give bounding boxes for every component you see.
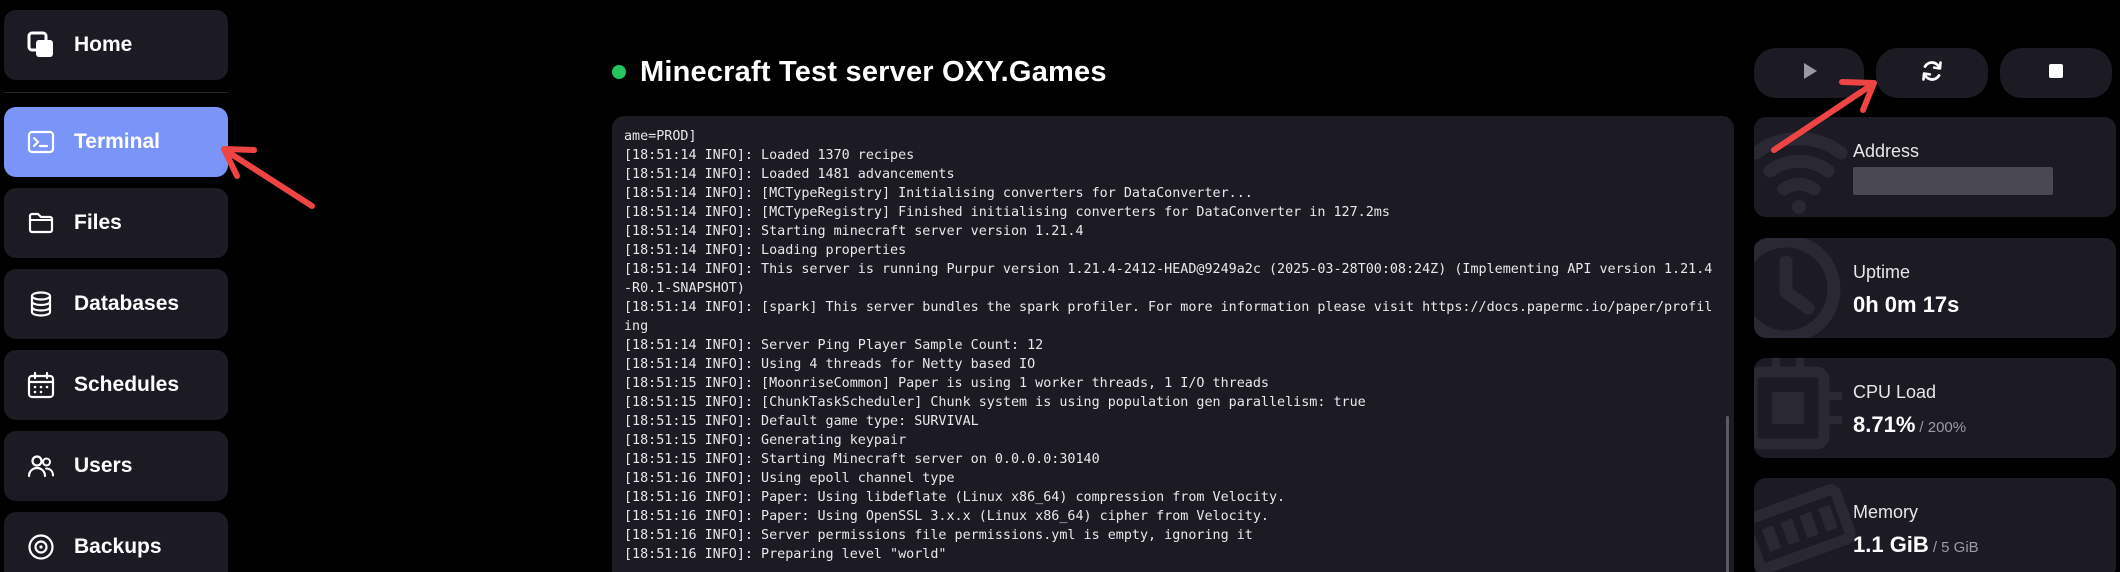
sidebar-item-schedules[interactable]: Schedules <box>4 350 228 420</box>
terminal-line: [18:51:16 INFO]: Preparing level "world" <box>624 547 947 562</box>
stop-icon <box>2043 58 2069 89</box>
cpu-load-value: 8.71% <box>1853 412 1916 437</box>
restart-icon <box>1919 58 1945 89</box>
start-button[interactable] <box>1754 48 1864 98</box>
uptime-value: 0h 0m 17s <box>1853 292 1960 317</box>
terminal-line: [18:51:16 INFO]: Server permissions file… <box>624 528 1253 543</box>
terminal-line: [18:51:15 INFO]: Default game type: SURV… <box>624 414 979 429</box>
terminal-line: [18:51:14 INFO]: Using 4 threads for Net… <box>624 357 1036 372</box>
memory-label: Memory <box>1853 502 1919 522</box>
backup-icon <box>24 530 58 564</box>
sidebar-item-terminal[interactable]: Terminal <box>4 107 228 177</box>
cpu-icon <box>1754 358 1854 458</box>
sidebar-item-files[interactable]: Files <box>4 188 228 258</box>
terminal-line: [18:51:14 INFO]: This server is running … <box>624 262 1713 296</box>
cpu-limit: / 200% <box>1919 419 1967 436</box>
terminal-line: [18:51:14 INFO]: [MCTypeRegistry] Finish… <box>624 205 1390 220</box>
stop-button[interactable] <box>2000 48 2112 98</box>
play-icon <box>1796 58 1822 89</box>
terminal-line: [18:51:14 INFO]: [spark] This server bun… <box>624 300 1713 334</box>
sidebar-item-label: Backups <box>74 535 162 558</box>
address-value-redacted <box>1853 167 2053 195</box>
cpu-value: 8.71%/ 200% <box>1853 412 1966 438</box>
sidebar-item-label: Users <box>74 454 133 477</box>
address-label: Address <box>1853 141 1920 161</box>
terminal-line: [18:51:14 INFO]: Loaded 1370 recipes <box>624 148 915 163</box>
memory-icon <box>1754 478 1856 572</box>
sidebar: Home Terminal Files Databases Schedules … <box>0 0 232 572</box>
uptime-card: Uptime 0h 0m 17s <box>1754 238 2116 338</box>
sidebar-item-label: Terminal <box>74 130 160 153</box>
database-icon <box>24 287 58 321</box>
sidebar-item-label: Home <box>74 33 133 56</box>
address-card: Address <box>1754 117 2116 217</box>
sidebar-item-label: Databases <box>74 292 180 315</box>
terminal-line: [18:51:15 INFO]: [MoonriseCommon] Paper … <box>624 376 1269 391</box>
server-console-page: Home Terminal Files Databases Schedules … <box>0 0 2120 572</box>
terminal-line: [18:51:14 INFO]: Starting minecraft serv… <box>624 224 1084 239</box>
sidebar-item-backups[interactable]: Backups <box>4 512 228 572</box>
memory-value: 1.1 GiB/ 5 GiB <box>1853 532 1979 558</box>
cpu-label: CPU Load <box>1853 382 1937 402</box>
terminal-line: ame=PROD] <box>624 129 697 144</box>
clock-icon <box>1754 238 1854 338</box>
sidebar-item-label: Schedules <box>74 373 180 396</box>
sidebar-item-home[interactable]: Home <box>4 10 228 80</box>
terminal-line: [18:51:14 INFO]: Loading properties <box>624 243 907 258</box>
sidebar-item-label: Files <box>74 211 122 234</box>
memory-card: Memory 1.1 GiB/ 5 GiB <box>1754 478 2116 572</box>
terminal-line: [18:51:14 INFO]: [MCTypeRegistry] Initia… <box>624 186 1253 201</box>
terminal-line: [18:51:16 INFO]: Using epoll channel typ… <box>624 471 955 486</box>
sidebar-item-users[interactable]: Users <box>4 431 228 501</box>
sidebar-item-databases[interactable]: Databases <box>4 269 228 339</box>
page-title: Minecraft Test server OXY.Games <box>640 55 1107 88</box>
terminal-line: [18:51:15 INFO]: Generating keypair <box>624 433 907 448</box>
home-icon <box>24 28 58 62</box>
sidebar-divider <box>4 92 228 93</box>
memory-used-value: 1.1 GiB <box>1853 532 1929 557</box>
wifi-icon <box>1754 117 1854 217</box>
terminal-line: [18:51:14 INFO]: Loaded 1481 advancement… <box>624 167 955 182</box>
terminal-console[interactable]: ame=PROD] [18:51:14 INFO]: Loaded 1370 re… <box>612 116 1734 572</box>
terminal-line: [18:51:15 INFO]: Starting Minecraft serv… <box>624 452 1100 467</box>
terminal-output: ame=PROD] [18:51:14 INFO]: Loaded 1370 re… <box>624 127 1716 564</box>
terminal-line: [18:51:16 INFO]: Paper: Using libdeflate… <box>624 490 1286 505</box>
terminal-line: [18:51:15 INFO]: [ChunkTaskScheduler] Ch… <box>624 395 1366 410</box>
terminal-icon <box>24 125 58 159</box>
terminal-line: [18:51:16 INFO]: Paper: Using OpenSSL 3.… <box>624 509 1269 524</box>
memory-limit: / 5 GiB <box>1932 539 1979 556</box>
terminal-scrollbar[interactable] <box>1726 416 1729 572</box>
uptime-label: Uptime <box>1853 262 1911 282</box>
folder-icon <box>24 206 58 240</box>
server-status-dot <box>612 65 626 79</box>
calendar-icon <box>24 368 58 402</box>
users-icon <box>24 449 58 483</box>
restart-button[interactable] <box>1876 48 1988 98</box>
cpu-card: CPU Load 8.71%/ 200% <box>1754 358 2116 458</box>
terminal-line: [18:51:14 INFO]: Server Ping Player Samp… <box>624 338 1044 353</box>
server-header: Minecraft Test server OXY.Games <box>612 52 1107 92</box>
